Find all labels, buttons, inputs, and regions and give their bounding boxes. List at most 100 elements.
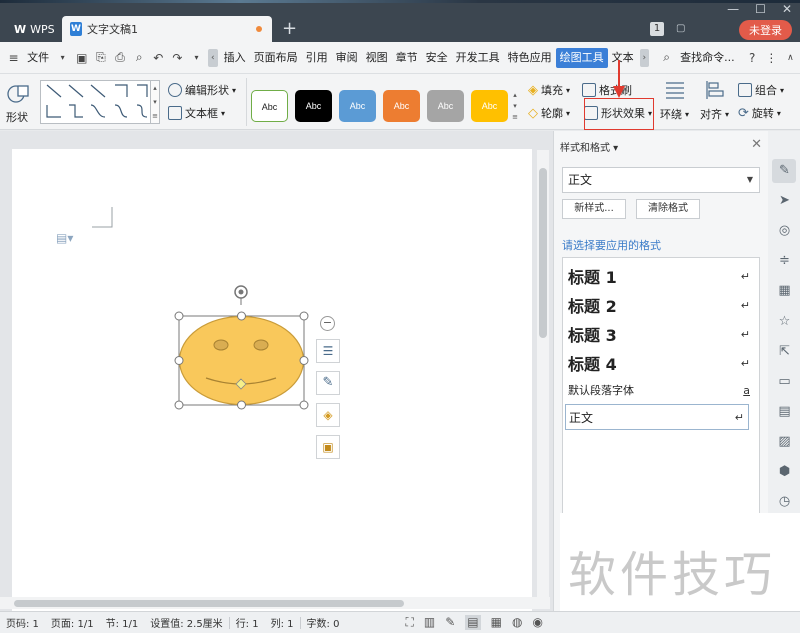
menu-scroll-right-button[interactable]: › <box>639 48 650 67</box>
collapse-ribbon-icon[interactable]: ∧ <box>783 50 798 66</box>
share-icon[interactable]: ⇱ <box>777 344 792 359</box>
edit-shape-button[interactable]: 编辑形状 ▾ <box>168 82 236 98</box>
close-panel-icon[interactable]: ✕ <box>751 137 762 152</box>
style-orange[interactable]: Abc <box>383 90 420 122</box>
smiley-shape[interactable] <box>172 282 322 412</box>
current-style-select[interactable]: 正文 ▼ <box>562 167 760 193</box>
window-count-badge[interactable]: 1 ▢ <box>650 18 685 40</box>
status-section[interactable]: 节: 1/1 <box>100 615 145 630</box>
search-command[interactable]: 查找命令... <box>676 48 739 68</box>
menu-view[interactable]: 视图 <box>362 48 392 68</box>
status-word-count[interactable]: 字数: 0 <box>301 615 346 630</box>
menu-hamburger-icon[interactable]: ≡ <box>6 50 21 66</box>
line-shape-gallery[interactable] <box>40 80 160 124</box>
help-icon[interactable]: ? <box>745 50 760 66</box>
adjust-icon[interactable]: ≑ <box>777 253 792 268</box>
image-icon[interactable]: ▨ <box>777 434 792 449</box>
style-heading-4[interactable]: 标题 4 ↵ <box>568 351 754 375</box>
edit-style-icon[interactable]: ✎ <box>777 163 792 178</box>
menu-references[interactable]: 引用 <box>302 48 332 68</box>
menu-drawing-tools[interactable]: 绘图工具 <box>555 47 608 68</box>
document-tab[interactable]: W 文字文稿1 <box>62 16 272 42</box>
text-box-icon[interactable]: ▭ <box>777 374 792 389</box>
minimize-icon[interactable]: — <box>727 2 739 16</box>
fill-button[interactable]: ◈ 填充 ▾ <box>528 82 570 98</box>
collapse-toolbar-icon[interactable]: − <box>320 316 335 331</box>
align-button[interactable]: 对齐 ▾ <box>700 80 729 122</box>
shapes-icon[interactable]: ◎ <box>777 223 792 238</box>
web-view-icon[interactable]: ◍ <box>512 615 522 630</box>
document-canvas[interactable]: ▤▾ − ☰ ✎ ◈ ▣ <box>0 131 553 611</box>
group-button[interactable]: 组合 ▾ <box>738 82 784 98</box>
print-icon[interactable]: ⎙ <box>113 50 128 66</box>
archive-icon[interactable]: ▤ <box>777 404 792 419</box>
login-button[interactable]: 未登录 <box>739 20 792 40</box>
style-gallery-scroll[interactable]: ▴ ▾ ≡ <box>511 90 519 122</box>
horizontal-scrollbar[interactable] <box>0 597 550 609</box>
horizontal-scroll-thumb[interactable] <box>14 600 404 607</box>
undo-icon[interactable]: ↶ <box>151 50 166 66</box>
vertical-scrollbar[interactable] <box>537 150 549 600</box>
status-column[interactable]: 列: 1 <box>265 615 300 630</box>
read-mode-icon[interactable]: ▥ <box>424 615 435 630</box>
outline-pen-icon[interactable]: ✎ <box>316 371 340 395</box>
menu-chapter[interactable]: 章节 <box>392 48 422 68</box>
more-icon[interactable]: ⋮ <box>764 50 779 66</box>
style-gold[interactable]: Abc <box>471 90 508 122</box>
gallery-icon[interactable]: ▦ <box>777 283 792 298</box>
status-pages[interactable]: 页面: 1/1 <box>45 615 100 630</box>
shield-icon[interactable]: ⬢ <box>777 464 792 479</box>
file-dropdown-icon[interactable]: ▾ <box>55 50 70 66</box>
layout-options-icon[interactable]: ☰ <box>316 339 340 363</box>
favorite-icon[interactable]: ☆ <box>777 314 792 329</box>
quick-access-dropdown-icon[interactable]: ▾ <box>189 50 204 66</box>
style-white[interactable]: Abc <box>251 90 288 122</box>
fullscreen-icon[interactable]: ⛶ <box>405 615 413 630</box>
redo-icon[interactable]: ↷ <box>170 50 185 66</box>
menu-page-layout[interactable]: 页面布局 <box>250 48 302 68</box>
vertical-scroll-thumb[interactable] <box>539 168 547 338</box>
wps-home-tab[interactable]: W WPS <box>6 18 63 40</box>
history-icon[interactable]: ◷ <box>777 494 792 509</box>
menu-scroll-left-button[interactable]: ‹ <box>208 48 218 67</box>
outline-view-icon[interactable]: ▦ <box>491 615 502 630</box>
style-body-text[interactable]: 正文 ↵ <box>565 404 749 430</box>
menu-file[interactable]: 文件 <box>23 48 53 68</box>
write-mode-icon[interactable]: ✎ <box>445 615 455 630</box>
clear-format-button[interactable]: 清除格式 <box>636 199 700 219</box>
document-page[interactable]: ▤▾ − ☰ ✎ ◈ ▣ <box>12 149 532 611</box>
menu-special-apps[interactable]: 特色应用 <box>504 48 556 68</box>
save-icon[interactable]: ▣ <box>74 50 89 66</box>
style-black[interactable]: Abc <box>295 90 332 122</box>
fill-bucket-icon[interactable]: ◈ <box>316 403 340 427</box>
new-tab-button[interactable]: + <box>282 18 297 40</box>
status-setting[interactable]: 设置值: 2.5厘米 <box>144 615 228 630</box>
textbox-button[interactable]: 文本框 ▾ <box>168 105 225 121</box>
export-icon[interactable]: ⎘ <box>93 50 108 66</box>
style-heading-2[interactable]: 标题 2 ↵ <box>568 293 754 317</box>
restore-icon[interactable]: ▢ <box>676 22 685 36</box>
status-row[interactable]: 行: 1 <box>230 615 265 630</box>
menu-insert[interactable]: 插入 <box>220 48 250 68</box>
style-heading-1[interactable]: 标题 1 ↵ <box>568 264 754 288</box>
outline-button[interactable]: ◇ 轮廓 ▾ <box>528 105 570 121</box>
panel-title[interactable]: 样式和格式 ▾ <box>560 139 618 154</box>
page-view-icon[interactable]: ▤ <box>465 615 481 630</box>
search-icon[interactable]: ⌕ <box>659 50 674 66</box>
paste-options-icon[interactable]: ▤▾ <box>56 231 73 245</box>
select-cursor-icon[interactable]: ➤ <box>777 193 792 208</box>
eye-protection-icon[interactable]: ◉ <box>532 615 542 630</box>
style-gray[interactable]: Abc <box>427 90 464 122</box>
rotate-button[interactable]: ⟳ 旋转 ▾ <box>738 105 781 121</box>
shape-button[interactable]: 形状 <box>6 82 30 125</box>
menu-review[interactable]: 审阅 <box>332 48 362 68</box>
style-default-paragraph-font[interactable]: 默认段落字体 a <box>568 382 754 398</box>
style-blue[interactable]: Abc <box>339 90 376 122</box>
close-window-icon[interactable]: ✕ <box>782 2 792 16</box>
style-heading-3[interactable]: 标题 3 ↵ <box>568 322 754 346</box>
new-style-button[interactable]: 新样式... <box>562 199 626 219</box>
shape-frame-icon[interactable]: ▣ <box>316 435 340 459</box>
maximize-icon[interactable]: ☐ <box>755 2 766 16</box>
status-page-number[interactable]: 页码: 1 <box>0 615 45 630</box>
menu-security[interactable]: 安全 <box>422 48 452 68</box>
